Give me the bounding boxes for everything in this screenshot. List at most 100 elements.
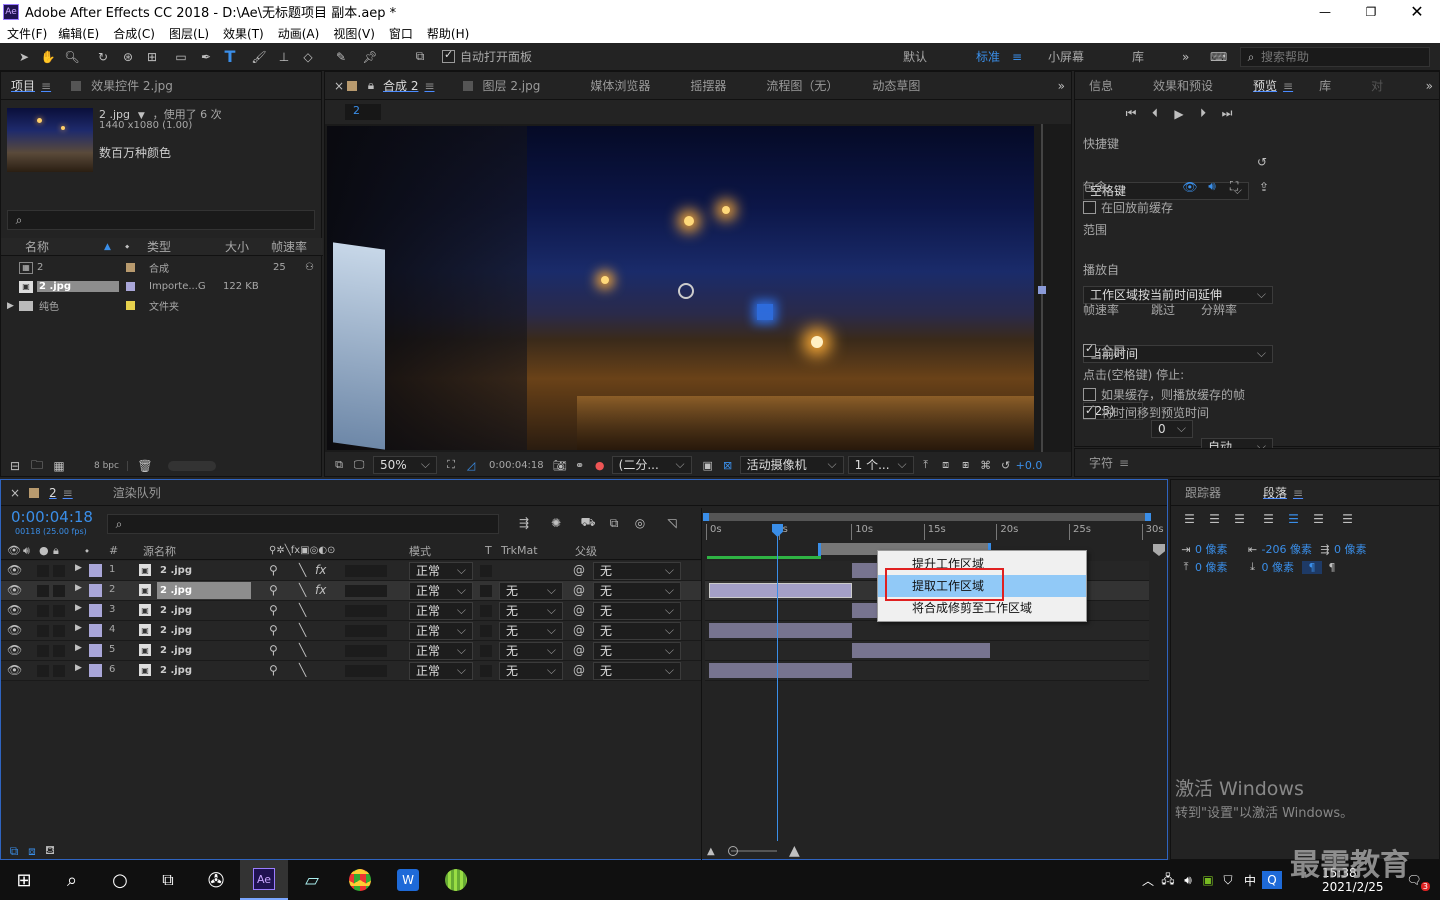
zoom-in-icon[interactable]: ▲ [789,843,800,859]
workspace-small-screen[interactable]: 小屏幕 [1048,48,1084,65]
pick-whip-icon[interactable]: @ [573,563,585,577]
trash-icon[interactable]: 🗑︎ [134,459,156,473]
transparency-grid-icon[interactable]: ◿ [461,459,481,472]
quality-switch-icon[interactable]: ╲ [299,563,306,577]
snapping-icon[interactable]: ⧉ [406,49,434,64]
hand-tool-icon[interactable]: ✋ [36,50,60,64]
tab-render-queue[interactable]: 渲染队列 [103,480,171,506]
solo-toggle[interactable] [53,625,65,637]
auto-open-checkbox[interactable] [442,48,455,63]
switch-boxes[interactable] [345,665,387,677]
visibility-eye-icon[interactable]: 👁︎ [7,563,22,577]
layer-row[interactable]: 👁︎ ▶ 3 ▣ 2 .jpg ⚲ ╲ 正常 无 @ 无 [1,601,701,621]
zoom-out-icon[interactable]: ▲ [707,846,715,857]
type-tool-icon[interactable]: T [218,47,242,66]
ime-indicator[interactable]: 中 [1238,872,1262,889]
switch-boxes[interactable] [345,605,387,617]
visibility-eye-icon[interactable]: 👁︎ [7,623,22,637]
project-item[interactable]: ▣ 2 .jpg Importe...G 122 KB [1,277,323,296]
preserve-transparency-toggle[interactable] [480,605,492,617]
include-overlays-icon[interactable]: ⛶ [1223,179,1245,194]
switch-boxes[interactable] [345,645,387,657]
col-source-name[interactable]: 源名称 [143,543,176,559]
tab-wiggler[interactable]: 摇摆器 [680,73,736,99]
indent-left-value[interactable]: 0 像素 [1195,541,1228,557]
search-taskbar-icon[interactable]: ⌕ [48,860,96,900]
pan-behind-tool-icon[interactable]: ⊞ [140,50,164,64]
lock-icon[interactable]: 🔒︎ [363,78,379,93]
mode-select[interactable]: 正常 [409,582,473,600]
visibility-eye-icon[interactable]: 👁︎ [7,643,22,657]
last-frame-icon[interactable]: ⏭ [1215,106,1239,121]
show-snapshot-icon[interactable]: ⚭ [570,459,590,472]
more-tabs-icon[interactable]: » [1058,79,1065,93]
region-of-interest-icon[interactable]: ▣ [698,459,718,472]
align-left-icon[interactable]: ☰ [1177,512,1202,526]
mode-select[interactable]: 正常 [409,622,473,640]
expand-layer-icon[interactable]: ▶ [75,583,82,593]
include-audio-icon[interactable]: 🔊︎ [1201,179,1223,194]
expand-layer-icon[interactable]: ▶ [75,603,82,613]
timeline-timecode[interactable]: 0:00:04:18 [11,508,93,526]
trkmat-select[interactable]: 无 [499,662,563,680]
mode-select[interactable]: 正常 [409,662,473,680]
cache-before-checkbox[interactable] [1083,201,1096,214]
trkmat-select[interactable]: 无 [499,642,563,660]
comp-breadcrumb[interactable]: 2 [345,104,381,120]
quality-switch-icon[interactable]: ╲ [299,603,306,617]
pick-whip-icon[interactable]: @ [573,603,585,617]
col-fps[interactable]: 帧速率 [271,238,307,255]
eraser-tool-icon[interactable]: ◇ [296,50,320,64]
menu-view[interactable]: 视图(V) [326,25,382,42]
layer-search-input[interactable] [130,516,490,532]
anchor-point-icon[interactable] [678,283,694,299]
workspace-default[interactable]: 默认 [903,48,927,65]
tab-motion-sketch[interactable]: 动态草图 [862,73,930,99]
play-icon[interactable]: ▶ [1167,107,1191,121]
parent-select[interactable]: 无 [593,582,681,600]
solo-toggle[interactable] [53,665,65,677]
brush-tool-icon[interactable]: 🖌︎ [246,50,272,64]
close-icon[interactable]: ✕ [1394,2,1440,21]
layer-label-swatch[interactable] [89,664,102,677]
audio-toggle[interactable] [37,605,49,617]
close-tab-icon[interactable]: × [331,79,347,93]
toggle-stretch-icon[interactable]: ⛾ [41,843,59,859]
first-frame-icon[interactable]: ⏮ [1119,106,1143,121]
tab-libraries[interactable]: 库 [1309,73,1341,99]
cortana-icon[interactable]: ○ [96,860,144,900]
menu-edit[interactable]: 编辑(E) [51,25,106,42]
task-view-icon[interactable]: ⧉ [144,860,192,900]
align-right-icon[interactable]: ☰ [1227,512,1252,526]
solo-toggle[interactable] [53,605,65,617]
preserve-transparency-toggle[interactable] [480,625,492,637]
visibility-eye-icon[interactable]: 👁︎ [7,663,22,677]
mode-select[interactable]: 正常 [409,562,473,580]
selection-tool-icon[interactable]: ➤ [12,50,36,64]
expand-arrow-icon[interactable]: ▶ [7,301,14,311]
notebook-app-icon[interactable]: ▱ [288,860,336,900]
camera-select[interactable]: 活动摄像机 [739,456,844,474]
tab-paragraph[interactable]: 段落 ≡ [1253,480,1313,506]
tab-tracker[interactable]: 跟踪器 [1175,480,1231,506]
preserve-transparency-toggle[interactable] [480,565,492,577]
menu-file[interactable]: 文件(F) [0,25,51,42]
tab-character[interactable]: 字符 ≡ [1079,450,1139,476]
space-after-value[interactable]: 0 像素 [1262,559,1295,575]
shy-switch-icon[interactable]: ⚲ [269,563,278,577]
reset-exposure-icon[interactable]: ↺ [996,459,1016,472]
viewer-timecode[interactable]: 0:00:04:18 [489,460,544,471]
mode-select[interactable]: 正常 [409,642,473,660]
justify-center-icon[interactable]: ☰ [1281,512,1306,526]
solo-toggle[interactable] [53,565,65,577]
next-frame-icon[interactable]: ⏵ [1191,106,1215,121]
col-size[interactable]: 大小 [225,238,249,255]
project-item[interactable]: ▦ 2 合成 25 ⚇ [1,258,323,277]
grid-icon[interactable]: ⊠ [718,459,738,472]
expand-layer-icon[interactable]: ▶ [75,563,82,573]
layer-label-swatch[interactable] [89,564,102,577]
flowchart-view-icon[interactable]: ⌘ [976,459,996,472]
layer-duration-bar[interactable] [709,623,852,638]
layer-row[interactable]: 👁︎ ▶ 6 ▣ 2 .jpg ⚲ ╲ 正常 无 @ 无 [1,661,701,681]
shy-switch-icon[interactable]: ⚲ [269,663,278,677]
